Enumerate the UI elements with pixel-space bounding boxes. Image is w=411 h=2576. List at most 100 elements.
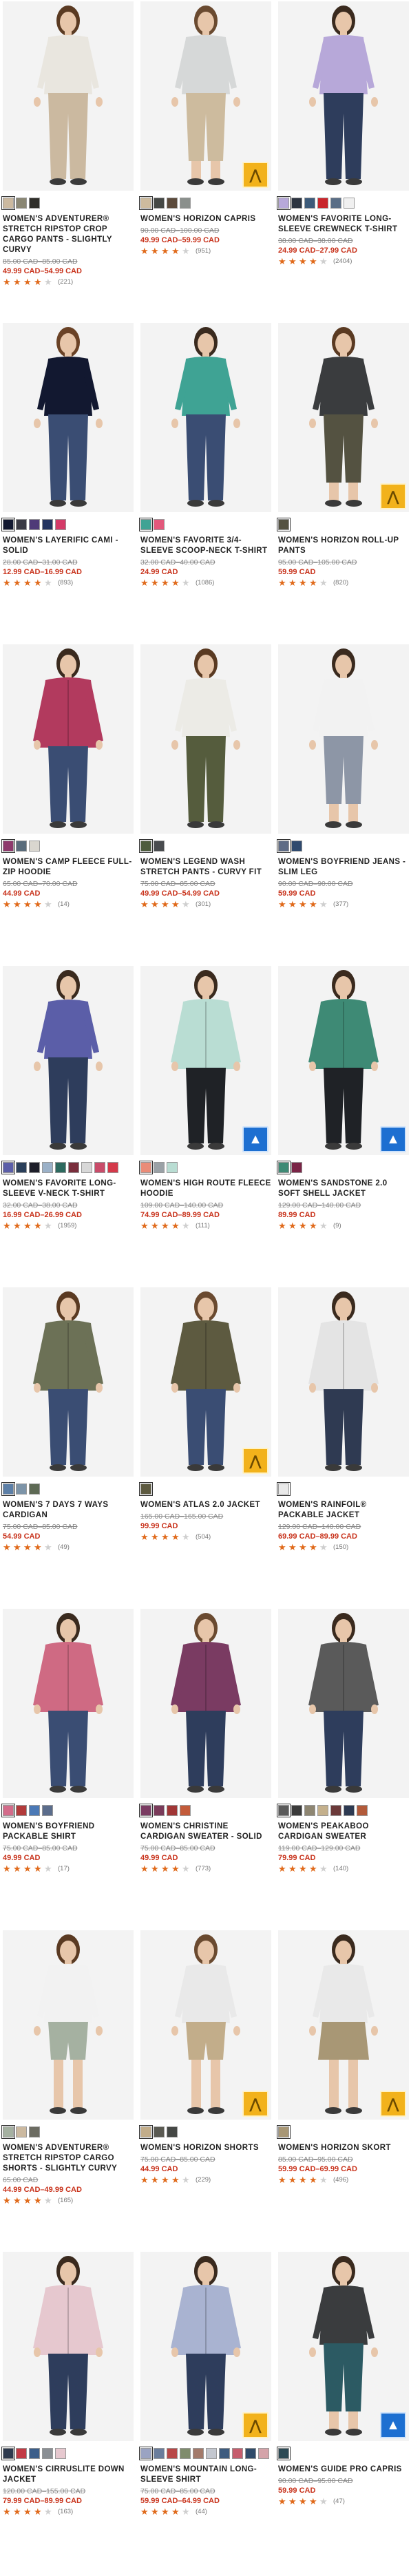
color-swatch[interactable] (291, 1805, 302, 1816)
product-card[interactable]: ⋀ Women's Horizon Shorts 75.00 CAD–85.00 C… (139, 1929, 271, 2250)
color-swatch[interactable] (317, 198, 328, 209)
color-swatch[interactable] (16, 2126, 27, 2137)
product-image[interactable] (3, 1287, 134, 1477)
review-count[interactable]: (496) (333, 2176, 348, 2184)
product-image[interactable] (3, 323, 134, 512)
product-image[interactable] (3, 1930, 134, 2120)
color-swatch[interactable] (139, 1804, 153, 1817)
color-swatch[interactable] (167, 1805, 178, 1816)
color-swatch[interactable] (154, 2126, 165, 2137)
product-card[interactable]: ▲ Women's Guide Pro Capris 90.00 CAD–95.00… (277, 2250, 409, 2572)
product-card[interactable]: Women's Christine Cardigan Sweater - Sol… (139, 1607, 271, 1929)
product-image[interactable] (3, 644, 134, 834)
color-swatch[interactable] (193, 2448, 204, 2459)
product-image[interactable] (3, 2252, 134, 2441)
color-swatch[interactable] (29, 1484, 40, 1495)
product-image[interactable]: ⋀ (140, 2252, 271, 2441)
product-photo[interactable] (3, 966, 134, 1155)
star-rating[interactable]: ★ ★ ★ ★ ★ (820) (278, 578, 409, 587)
star-rating[interactable]: ★ ★ ★ ★ ★ (163) (3, 2507, 134, 2516)
color-swatch[interactable] (304, 1805, 315, 1816)
review-count[interactable]: (504) (196, 1533, 211, 1541)
product-card[interactable]: ⋀ Women's Horizon Roll-Up Pants 95.00 CAD–… (277, 321, 409, 643)
color-swatch[interactable] (16, 2448, 27, 2459)
review-count[interactable]: (2404) (333, 257, 352, 265)
color-swatch[interactable] (219, 2448, 230, 2459)
product-name[interactable]: Women's Guide Pro Capris (278, 2464, 409, 2475)
review-count[interactable]: (893) (58, 579, 73, 587)
color-swatch[interactable] (1, 1161, 15, 1174)
product-name[interactable]: Women's Camp Fleece Full-Zip Hoodie (3, 857, 134, 878)
color-swatch[interactable] (29, 1805, 40, 1816)
color-swatch[interactable] (29, 1162, 40, 1173)
color-swatch[interactable] (154, 1805, 165, 1816)
review-count[interactable]: (47) (333, 2498, 345, 2505)
product-name[interactable]: Women's Horizon Roll-Up Pants (278, 536, 409, 556)
product-photo[interactable] (278, 1, 409, 191)
color-swatch[interactable] (29, 519, 40, 530)
star-rating[interactable]: ★ ★ ★ ★ ★ (9) (278, 1221, 409, 1230)
color-swatch[interactable] (277, 1482, 291, 1496)
star-rating[interactable]: ★ ★ ★ ★ ★ (2404) (278, 257, 409, 266)
product-name[interactable]: Women's CirrusLite Down Jacket (3, 2464, 134, 2485)
star-rating[interactable]: ★ ★ ★ ★ ★ (377) (278, 900, 409, 909)
product-card[interactable]: ⋀ Women's Horizon Skort 85.00 CAD–95.00 CA… (277, 1929, 409, 2250)
product-image[interactable]: ⋀ (140, 1287, 271, 1477)
color-swatch[interactable] (16, 1484, 27, 1495)
product-photo[interactable] (3, 1930, 134, 2120)
product-image[interactable]: ⋀ (140, 1, 271, 191)
product-photo[interactable] (3, 323, 134, 512)
product-card[interactable]: Women's Layerific Cami - Solid 28.00 CAD–… (1, 321, 134, 643)
review-count[interactable]: (773) (196, 1865, 211, 1872)
color-swatch[interactable] (277, 839, 291, 853)
review-count[interactable]: (163) (58, 2508, 73, 2515)
star-rating[interactable]: ★ ★ ★ ★ ★ (229) (140, 2175, 271, 2184)
product-image[interactable]: ⋀ (140, 1930, 271, 2120)
color-swatch[interactable] (139, 518, 153, 531)
star-rating[interactable]: ★ ★ ★ ★ ★ (1086) (140, 578, 271, 587)
review-count[interactable]: (49) (58, 1543, 70, 1551)
product-image[interactable] (3, 1, 134, 191)
product-name[interactable]: Women's Peakaboo Cardigan Sweater (278, 1822, 409, 1842)
color-swatch[interactable] (16, 198, 27, 209)
color-swatch[interactable] (55, 1162, 66, 1173)
color-swatch[interactable] (291, 198, 302, 209)
product-card[interactable]: Women's Rainfoil® Packable Jacket 129.00 … (277, 1286, 409, 1607)
product-name[interactable]: Women's Layerific Cami - Solid (3, 536, 134, 556)
review-count[interactable]: (14) (58, 900, 70, 908)
color-swatch[interactable] (139, 196, 153, 210)
review-count[interactable]: (44) (196, 2508, 207, 2515)
product-image[interactable]: ⋀ (278, 1930, 409, 2120)
color-swatch[interactable] (304, 198, 315, 209)
color-swatch[interactable] (206, 2448, 217, 2459)
color-swatch[interactable] (139, 1161, 153, 1174)
product-name[interactable]: Women's Sandstone 2.0 Soft Shell Jacket (278, 1179, 409, 1199)
color-swatch[interactable] (154, 1162, 165, 1173)
product-name[interactable]: Women's Favorite 3/4-Sleeve Scoop-Neck T… (140, 536, 271, 556)
color-swatch[interactable] (1, 1482, 15, 1496)
color-swatch[interactable] (16, 841, 27, 852)
color-swatch[interactable] (317, 1805, 328, 1816)
product-name[interactable]: Women's Horizon Skort (278, 2143, 409, 2153)
product-card[interactable]: Women's 7 Days 7 Ways Cardigan 75.00 CAD–… (1, 1286, 134, 1607)
review-count[interactable]: (1959) (58, 1222, 76, 1229)
color-swatch[interactable] (258, 2448, 269, 2459)
product-image[interactable] (3, 1609, 134, 1798)
color-swatch[interactable] (16, 1162, 27, 1173)
product-card[interactable]: Women's CirrusLite Down Jacket 120.00 CAD… (1, 2250, 134, 2572)
color-swatch[interactable] (42, 519, 53, 530)
star-rating[interactable]: ★ ★ ★ ★ ★ (44) (140, 2507, 271, 2516)
review-count[interactable]: (111) (196, 1222, 210, 1229)
review-count[interactable]: (150) (333, 1543, 348, 1551)
star-rating[interactable]: ★ ★ ★ ★ ★ (301) (140, 900, 271, 909)
color-swatch[interactable] (180, 2448, 191, 2459)
review-count[interactable]: (9) (333, 1222, 341, 1229)
product-name[interactable]: Women's Horizon Capris (140, 214, 271, 224)
product-image[interactable] (278, 1287, 409, 1477)
color-swatch[interactable] (1, 196, 15, 210)
color-swatch[interactable] (1, 2125, 15, 2139)
star-rating[interactable]: ★ ★ ★ ★ ★ (165) (3, 2196, 134, 2205)
color-swatch[interactable] (139, 839, 153, 853)
product-card[interactable]: Women's Favorite 3/4-Sleeve Scoop-Neck T… (139, 321, 271, 643)
product-photo[interactable] (3, 1287, 134, 1477)
